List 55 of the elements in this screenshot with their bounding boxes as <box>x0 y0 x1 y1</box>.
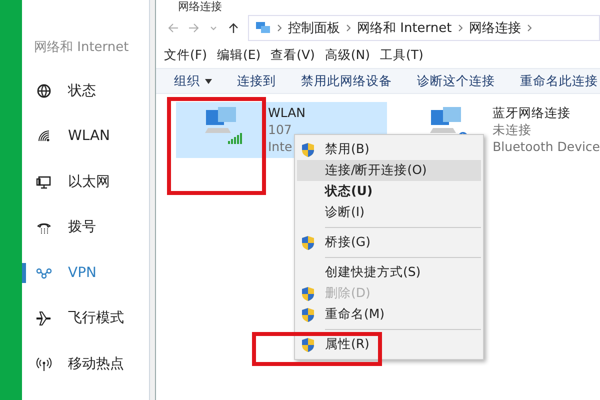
context-menu-item[interactable]: 创建快捷方式(S) <box>297 262 481 283</box>
forward-arrow-icon[interactable] <box>188 23 199 33</box>
toolbar-button[interactable]: 禁用此网络设备 <box>301 72 392 90</box>
connection-name: 蓝牙网络连接 <box>492 104 572 121</box>
context-menu-item[interactable]: 属性(R) <box>297 334 481 355</box>
sidebar-item[interactable]: 飞行模式 <box>22 296 149 341</box>
shield-icon <box>301 336 315 352</box>
sidebar-item[interactable]: VPN <box>22 250 149 296</box>
sidebar-item[interactable]: 状态 <box>22 68 149 114</box>
shield-icon <box>301 286 315 302</box>
globe-icon <box>36 82 52 99</box>
context-menu-item[interactable]: 诊断(I) <box>297 202 481 223</box>
chevron-right-icon <box>458 24 463 32</box>
context-menu-item[interactable]: 桥接(G) <box>297 232 481 253</box>
connection-name: WLAN <box>268 104 306 121</box>
breadcrumb-item[interactable]: 网络和 Internet <box>357 19 452 37</box>
connection-detail: Inte <box>268 138 294 155</box>
sidebar-item[interactable]: WLAN <box>22 114 149 159</box>
sidebar-item[interactable]: 移动热点 <box>22 341 149 386</box>
breadcrumb-item[interactable]: 控制面板 <box>288 19 340 37</box>
toolbar-button[interactable]: 连接到 <box>237 72 276 90</box>
menu-item[interactable]: 查看(V) <box>270 47 315 64</box>
menu-item[interactable]: 工具(T) <box>380 47 424 64</box>
caret-icon <box>205 78 212 84</box>
wifi-icon <box>36 128 52 144</box>
context-menu-item[interactable]: 连接/断开连接(O) <box>297 160 481 181</box>
up-arrow-icon[interactable] <box>228 23 239 33</box>
shield-icon <box>301 234 315 250</box>
context-menu-item[interactable]: 状态(U) <box>297 181 481 202</box>
shield-icon <box>301 306 315 322</box>
monitor-icon <box>36 174 52 190</box>
toolbar-button[interactable]: 组织 <box>174 72 212 90</box>
menu-item[interactable]: 高级(N) <box>324 47 370 64</box>
chevron-right-icon <box>346 24 351 32</box>
address-bar[interactable]: 控制面板 网络和 Internet 网络连接 <box>248 15 600 41</box>
chevron-right-icon[interactable] <box>526 24 532 32</box>
connection-detail: 未连接 <box>492 121 533 138</box>
toolbar-button[interactable]: 诊断这个连接 <box>417 72 495 90</box>
sidebar-item[interactable]: 拨号 <box>22 204 149 250</box>
menu-item[interactable]: 编辑(E) <box>216 47 261 64</box>
connection-detail: Bluetooth Device <box>492 138 600 155</box>
plane-icon <box>36 310 52 326</box>
shield-icon <box>301 142 315 158</box>
menu-item[interactable]: 文件(F) <box>164 47 207 64</box>
connection-detail: 107 <box>268 121 293 138</box>
window-title: 网络连接 <box>178 0 222 13</box>
hotspot-icon <box>36 356 52 372</box>
network-icon <box>255 21 271 35</box>
context-menu-item[interactable]: 重命名(M) <box>297 304 481 325</box>
sidebar-item[interactable]: 以太网 <box>22 159 149 204</box>
breadcrumb-item[interactable]: 网络连接 <box>468 19 521 37</box>
section-heading: 网络和 Internet <box>34 39 130 56</box>
toolbar-button[interactable]: 重命名此连接 <box>520 72 598 90</box>
back-arrow-icon[interactable] <box>168 23 179 33</box>
chevron-right-icon <box>277 24 282 32</box>
